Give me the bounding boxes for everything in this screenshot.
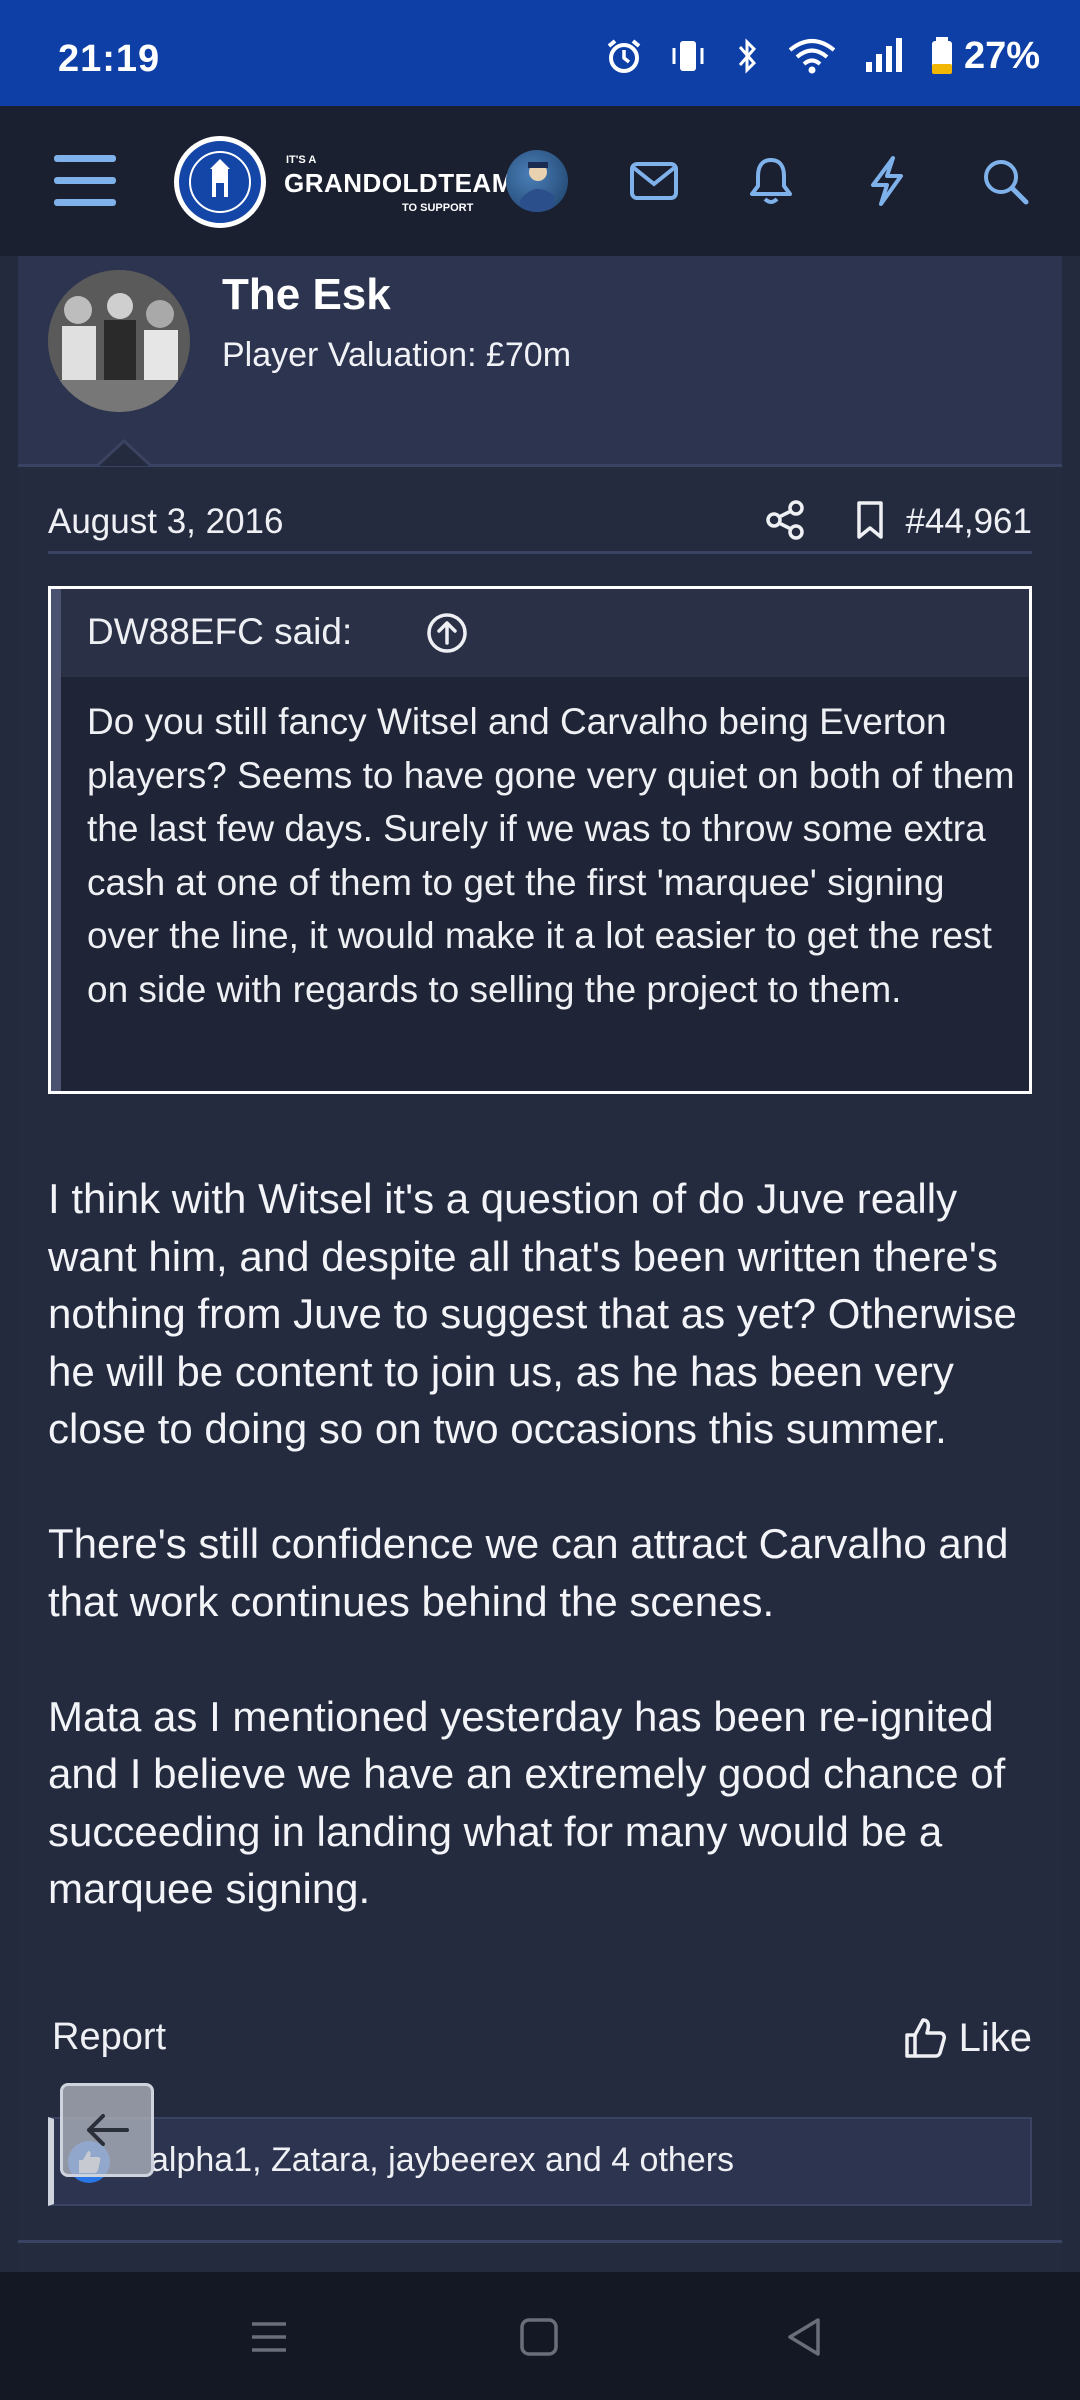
- status-time: 21:19: [58, 38, 161, 80]
- quote-bar: [51, 589, 61, 1091]
- report-button[interactable]: Report: [52, 2016, 166, 2059]
- post-separator: [18, 2240, 1062, 2243]
- post-meta-row: August 3, 2016 #44,961: [48, 496, 1032, 556]
- quote-text: Do you still fancy Witsel and Carvalho b…: [87, 701, 1015, 1010]
- back-nav-icon[interactable]: [780, 2312, 830, 2362]
- reaction-names: alpha1, Zatara, jaybeerex and 4 others: [150, 2141, 735, 2179]
- wifi-icon: [788, 39, 836, 74]
- author-avatar[interactable]: [48, 270, 190, 412]
- alarm-icon: [607, 39, 641, 73]
- author-divider: [18, 464, 1062, 467]
- post-paragraph: Mata as I mentioned yesterday has been r…: [48, 1692, 1006, 1913]
- author-name[interactable]: The Esk: [222, 270, 391, 320]
- logo-tagline-bottom: TO SUPPORT: [402, 202, 474, 214]
- post-paragraph: There's still confidence we can attract …: [48, 1520, 1009, 1625]
- quote-header[interactable]: DW88EFC said:: [61, 589, 1029, 677]
- recent-apps-icon[interactable]: [244, 2312, 294, 2362]
- bell-icon: [750, 158, 792, 204]
- bookmark-button[interactable]: [848, 498, 892, 542]
- battery-percent: 27%: [963, 34, 1040, 77]
- menu-button[interactable]: [50, 146, 120, 216]
- inbox-button[interactable]: [619, 146, 689, 216]
- bluetooth-icon: [738, 38, 756, 74]
- share-button[interactable]: [764, 498, 808, 542]
- quote-author: DW88EFC said:: [87, 611, 353, 652]
- post-paragraph: I think with Witsel it's a question of d…: [48, 1175, 1017, 1452]
- bolt-icon: [871, 156, 903, 206]
- arrow-left-icon: [87, 2114, 129, 2146]
- vibrate-icon: [672, 41, 704, 71]
- club-crest-icon: [174, 136, 266, 228]
- home-icon[interactable]: [514, 2312, 564, 2362]
- search-button[interactable]: [970, 146, 1040, 216]
- quote-block: DW88EFC said: Do you still fancy Witsel …: [48, 586, 1032, 1094]
- share-icon: [766, 500, 804, 540]
- forum-post: The Esk Player Valuation: £70m August 3,…: [18, 256, 1062, 2276]
- meta-divider: [48, 551, 1032, 554]
- post-actions: Report Like: [48, 2010, 1032, 2070]
- site-logo[interactable]: IT'S A GRANDOLDTEAM TO SUPPORT: [174, 132, 513, 232]
- user-avatar[interactable]: [506, 150, 568, 212]
- whats-new-button[interactable]: [852, 146, 922, 216]
- system-nav-bar: [0, 2272, 1080, 2400]
- back-button[interactable]: [60, 2083, 154, 2177]
- logo-wordmark: GRANDOLDTEAM: [284, 168, 514, 198]
- bookmark-icon: [857, 501, 883, 539]
- like-button[interactable]: Like: [903, 2010, 1032, 2066]
- post-author-block: The Esk Player Valuation: £70m: [18, 256, 1062, 464]
- arrow-up-circle-icon[interactable]: [425, 611, 469, 655]
- battery-icon: [931, 37, 952, 74]
- thumbs-up-icon: [904, 2018, 946, 2058]
- author-user-title: Player Valuation: £70m: [222, 336, 572, 374]
- status-bar: 21:19 27%: [0, 0, 1080, 106]
- post-date[interactable]: August 3, 2016: [48, 502, 283, 542]
- mail-icon: [630, 162, 678, 200]
- logo-tagline-top: IT'S A: [286, 154, 317, 166]
- reactions-bar[interactable]: alpha1, Zatara, jaybeerex and 4 others: [48, 2117, 1032, 2206]
- like-label: Like: [958, 2015, 1032, 2060]
- post-body: I think with Witsel it's a question of d…: [48, 1170, 1048, 1975]
- post-number[interactable]: #44,961: [905, 502, 1032, 542]
- top-navbar: IT'S A GRANDOLDTEAM TO SUPPORT: [0, 106, 1080, 256]
- status-icons: 27%: [604, 34, 1040, 77]
- alerts-button[interactable]: [736, 146, 806, 216]
- search-icon: [984, 160, 1029, 205]
- menu-icon: [54, 155, 116, 206]
- signal-icon: [865, 38, 902, 72]
